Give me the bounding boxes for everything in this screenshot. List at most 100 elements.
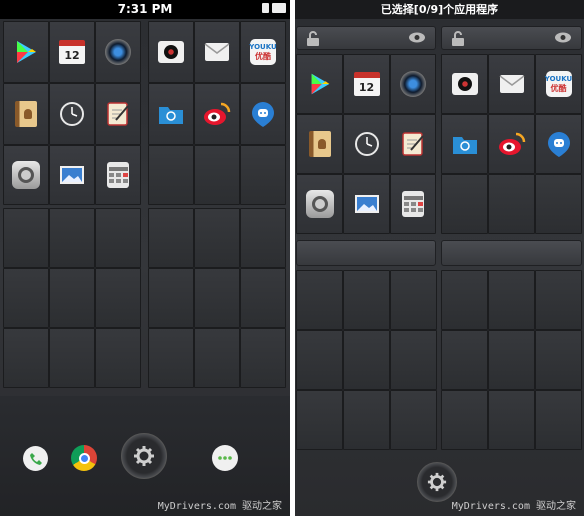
empty-slot[interactable]	[488, 330, 535, 390]
empty-slot[interactable]	[240, 268, 286, 328]
empty-slot[interactable]	[535, 270, 582, 330]
weibo-icon	[498, 132, 525, 155]
empty-slot[interactable]	[343, 390, 390, 450]
settings-dock-button[interactable]	[121, 433, 167, 479]
phone-icon	[29, 452, 42, 465]
app-gallery[interactable]	[343, 174, 390, 234]
empty-slot[interactable]	[441, 174, 488, 234]
app-calendar[interactable]: 12	[343, 54, 390, 114]
app-youku[interactable]: YOUKU 优酷	[240, 21, 286, 83]
app-notes[interactable]	[390, 114, 436, 174]
folder-header-1[interactable]	[296, 26, 436, 50]
empty-slot[interactable]	[343, 270, 390, 330]
empty-slot[interactable]	[535, 330, 582, 390]
app-settings[interactable]	[3, 145, 49, 205]
app-calendar[interactable]: 12	[49, 21, 95, 83]
messenger-icon	[547, 132, 570, 157]
chrome-button[interactable]	[71, 445, 97, 471]
app-camera[interactable]	[95, 21, 141, 83]
app-messenger[interactable]	[240, 83, 286, 145]
app-camera[interactable]	[390, 54, 436, 114]
app-play-store[interactable]	[296, 54, 343, 114]
empty-slot[interactable]	[49, 328, 95, 388]
empty-slot[interactable]	[390, 330, 437, 390]
empty-slot[interactable]	[296, 390, 343, 450]
app-music[interactable]	[148, 21, 194, 83]
app-calculator[interactable]	[390, 174, 436, 234]
app-settings[interactable]	[296, 174, 343, 234]
battery-icon	[272, 3, 286, 13]
app-messenger[interactable]	[535, 114, 582, 174]
empty-slot[interactable]	[148, 268, 194, 328]
folder-header-4[interactable]	[441, 240, 582, 266]
empty-slot[interactable]	[488, 390, 535, 450]
empty-slot[interactable]	[296, 270, 343, 330]
mail-icon	[204, 43, 230, 61]
eye-icon[interactable]	[554, 32, 572, 43]
empty-slot[interactable]	[343, 330, 390, 390]
calendar-icon: 12	[59, 40, 85, 64]
empty-slot[interactable]	[296, 330, 343, 390]
app-contacts[interactable]	[296, 114, 343, 174]
empty-slot[interactable]	[441, 390, 488, 450]
empty-slot[interactable]	[3, 328, 49, 388]
app-files[interactable]	[441, 114, 488, 174]
eye-icon[interactable]	[408, 32, 426, 43]
gallery-icon	[354, 195, 379, 213]
empty-slot[interactable]	[240, 208, 286, 268]
app-notes[interactable]	[95, 83, 141, 145]
empty-slot[interactable]	[240, 328, 286, 388]
settings-dock-button[interactable]	[417, 462, 457, 502]
empty-slot[interactable]	[95, 208, 141, 268]
empty-slot[interactable]	[535, 390, 582, 450]
empty-slot[interactable]	[194, 268, 240, 328]
gear-icon	[427, 472, 447, 492]
empty-slot[interactable]	[49, 208, 95, 268]
play-store-icon	[17, 41, 36, 63]
empty-slot[interactable]	[194, 145, 240, 205]
empty-slot[interactable]	[488, 270, 535, 330]
messages-button[interactable]	[212, 445, 238, 471]
left-home-screen: 7:31 PM 12 YOUKU 优酷 MyDrivers.com 驱动之家	[0, 0, 290, 516]
folder-header-2[interactable]	[441, 26, 582, 50]
empty-slot[interactable]	[535, 174, 582, 234]
empty-slot[interactable]	[148, 145, 194, 205]
empty-slot[interactable]	[194, 208, 240, 268]
unlock-icon[interactable]	[306, 31, 320, 46]
empty-slot[interactable]	[148, 328, 194, 388]
app-weibo[interactable]	[194, 83, 240, 145]
app-clock[interactable]	[343, 114, 390, 174]
empty-slot[interactable]	[488, 174, 535, 234]
unlock-icon[interactable]	[451, 31, 465, 46]
empty-slot[interactable]	[3, 268, 49, 328]
notes-icon	[107, 102, 129, 126]
app-files[interactable]	[148, 83, 194, 145]
empty-slot[interactable]	[49, 268, 95, 328]
phone-button[interactable]	[23, 446, 48, 471]
app-contacts[interactable]	[3, 83, 49, 145]
app-calculator[interactable]	[95, 145, 141, 205]
empty-slot[interactable]	[390, 390, 437, 450]
app-gallery[interactable]	[49, 145, 95, 205]
empty-slot[interactable]	[441, 270, 488, 330]
settings-icon	[305, 190, 334, 218]
empty-slot[interactable]	[3, 208, 49, 268]
empty-slot[interactable]	[390, 270, 437, 330]
empty-slot[interactable]	[95, 328, 141, 388]
folder-header-3[interactable]	[296, 240, 436, 266]
clock-icon	[60, 102, 84, 126]
status-bar: 7:31 PM	[0, 0, 290, 19]
app-mail[interactable]	[488, 54, 535, 114]
mail-icon	[499, 75, 524, 93]
empty-slot[interactable]	[95, 268, 141, 328]
app-youku[interactable]: YOUKU 优酷	[535, 54, 582, 114]
empty-slot[interactable]	[194, 328, 240, 388]
app-play-store[interactable]	[3, 21, 49, 83]
app-clock[interactable]	[49, 83, 95, 145]
app-music[interactable]	[441, 54, 488, 114]
app-mail[interactable]	[194, 21, 240, 83]
empty-slot[interactable]	[441, 330, 488, 390]
app-weibo[interactable]	[488, 114, 535, 174]
empty-slot[interactable]	[240, 145, 286, 205]
empty-slot[interactable]	[148, 208, 194, 268]
